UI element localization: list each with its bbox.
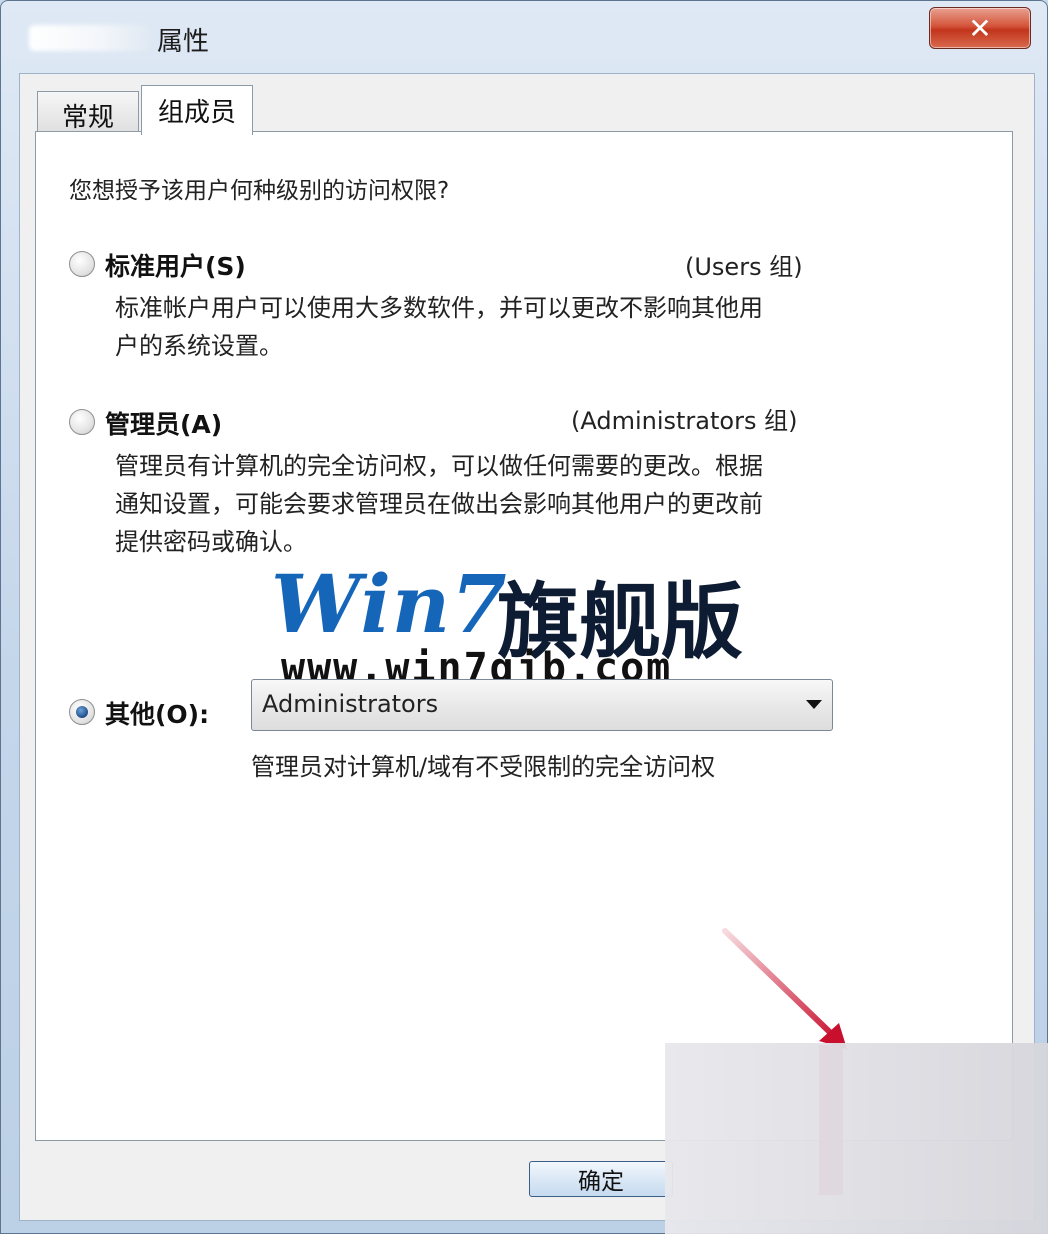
group-select[interactable]: Administrators	[251, 679, 833, 731]
standard-user-description: 标准帐户用户可以使用大多数软件，并可以更改不影响其他用 户的系统设置。	[115, 289, 835, 365]
tab-group-membership[interactable]: 组成员	[141, 85, 253, 135]
ok-button[interactable]: 确定	[529, 1161, 673, 1197]
window-title: 属性	[157, 27, 210, 57]
users-group-tag: (Users 组)	[685, 253, 803, 281]
ok-button-label: 确定	[578, 1169, 624, 1195]
title-bar[interactable]: 属性 ✕	[1, 1, 1048, 71]
description-line: 管理员有计算机的完全访问权，可以做任何需要的更改。根据	[115, 452, 763, 480]
other-label[interactable]: 其他(O):	[105, 695, 209, 731]
administrators-group-tag: (Administrators 组)	[571, 407, 798, 435]
properties-window: 属性 ✕ 常规 组成员 您想授予该用户何种级别的访问权限? 标准用户(S) (U…	[0, 0, 1048, 1234]
description-line: 标准帐户用户可以使用大多数软件，并可以更改不影响其他用	[115, 294, 763, 322]
administrator-label[interactable]: 管理员(A)	[105, 405, 222, 441]
watermark-logo: Win7	[271, 557, 508, 651]
administrator-description: 管理员有计算机的完全访问权，可以做任何需要的更改。根据 通知设置，可能会要求管理…	[115, 447, 835, 561]
standard-user-label[interactable]: 标准用户(S)	[105, 247, 246, 283]
radio-other[interactable]	[69, 699, 95, 725]
other-group-description: 管理员对计算机/域有不受限制的完全访问权	[251, 753, 716, 781]
tab-label: 组成员	[157, 98, 236, 128]
blurred-corner	[665, 1043, 1048, 1234]
close-button[interactable]: ✕	[929, 7, 1031, 49]
radio-standard-user[interactable]	[69, 251, 95, 277]
chevron-down-icon[interactable]	[806, 700, 822, 709]
close-icon: ✕	[968, 11, 992, 45]
description-line: 户的系统设置。	[115, 332, 283, 360]
group-select-value: Administrators	[262, 690, 439, 718]
tab-label: 常规	[61, 103, 114, 133]
description-line: 通知设置，可能会要求管理员在做出会影响其他用户的更改前	[115, 490, 763, 518]
redacted-username	[29, 25, 151, 51]
access-level-question: 您想授予该用户何种级别的访问权限?	[69, 178, 450, 204]
radio-administrator[interactable]	[69, 409, 95, 435]
